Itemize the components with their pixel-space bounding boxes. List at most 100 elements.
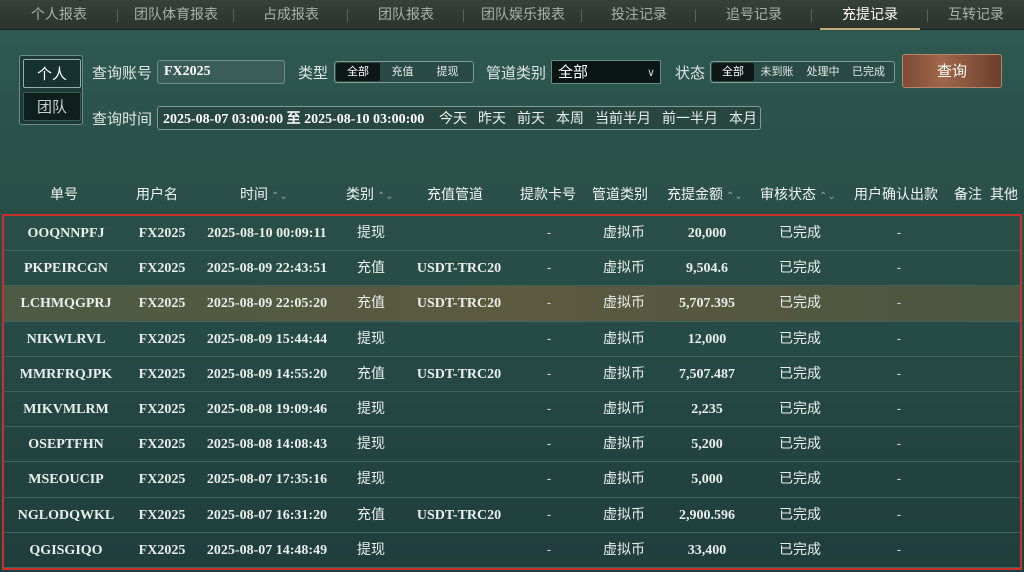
type-label: 类型 bbox=[298, 64, 329, 82]
cell-review-status: 已完成 bbox=[779, 365, 821, 382]
tab-bet-records[interactable]: 投注记录 bbox=[582, 0, 696, 30]
cell-user-confirm: - bbox=[896, 507, 902, 523]
account-label: 查询账号 bbox=[92, 64, 153, 82]
header-category[interactable]: 类别 ⌃⌄ bbox=[346, 184, 394, 204]
tab-team-entertainment-report[interactable]: 团队娱乐报表 bbox=[464, 0, 582, 30]
status-option-not-arrived[interactable]: 未到账 bbox=[754, 63, 800, 81]
cell-username: FX2025 bbox=[138, 472, 186, 488]
table-row[interactable]: MMRFRQJPK FX2025 2025-08-09 14:55:20 充值 USDT… bbox=[4, 357, 1020, 392]
cell-user-confirm: - bbox=[896, 402, 902, 417]
cell-channel-type: 虚拟币 bbox=[603, 436, 645, 453]
cell-review-status: 已完成 bbox=[779, 295, 821, 312]
cell-recharge-channel bbox=[404, 427, 514, 462]
table-row[interactable]: PKPEIRCGN FX2025 2025-08-09 22:43:51 充值 USDT… bbox=[4, 251, 1020, 287]
table-row[interactable]: MSEOUCIP FX2025 2025-08-07 17:35:16 提现 - 虚拟币 5… bbox=[4, 462, 1020, 498]
cell-user-confirm: - bbox=[896, 296, 902, 312]
table-row[interactable]: QGISGIQO FX2025 2025-08-07 14:48:49 提现 - 虚拟币 3… bbox=[4, 533, 1020, 568]
header-time[interactable]: 时间 ⌃⌄ bbox=[240, 184, 288, 204]
tab-deposit-withdraw-records[interactable]: 充提记录 bbox=[812, 0, 928, 30]
cell-username: FX2025 bbox=[138, 507, 186, 523]
cell-category: 提现 bbox=[357, 471, 385, 488]
date-range-input[interactable]: 2025-08-07 03:00:00 至 2025-08-10 03:00:0… bbox=[158, 108, 428, 128]
tab-label: 团队体育报表 bbox=[134, 6, 218, 23]
header-amount[interactable]: 充提金额 ⌃⌄ bbox=[667, 184, 743, 204]
table-row[interactable]: OSEPTFHN FX2025 2025-08-08 14:08:43 提现 - 虚拟币 5… bbox=[4, 427, 1020, 463]
table-row[interactable]: NIKWLRVL FX2025 2025-08-09 15:44:44 提现 - 虚拟币 1… bbox=[4, 322, 1020, 357]
mode-personal-button[interactable]: 个人 bbox=[23, 59, 81, 88]
cell-withdraw-card: - bbox=[546, 437, 552, 453]
type-option-deposit[interactable]: 充值 bbox=[380, 63, 425, 81]
quick-range-current-half-month[interactable]: 当前半月 bbox=[595, 108, 651, 128]
cell-time: 2025-08-08 19:09:46 bbox=[206, 402, 328, 417]
account-input[interactable]: FX2025 bbox=[157, 60, 285, 84]
header-category-label: 类别 bbox=[346, 187, 374, 203]
status-option-processing[interactable]: 处理中 bbox=[800, 63, 846, 81]
cell-withdraw-card: - bbox=[546, 261, 552, 277]
quick-range-this-week[interactable]: 本周 bbox=[556, 108, 584, 128]
channel-type-select[interactable]: 全部 ∨ bbox=[551, 60, 661, 84]
cell-username: FX2025 bbox=[138, 331, 186, 347]
sort-icon: ⌃⌄ bbox=[377, 191, 394, 202]
cell-channel-type: 虚拟币 bbox=[603, 365, 645, 382]
cell-username: FX2025 bbox=[138, 402, 186, 417]
cell-channel-type: 虚拟币 bbox=[603, 401, 645, 417]
cell-recharge-channel bbox=[404, 462, 514, 497]
table-row[interactable]: LCHMQGPRJ FX2025 2025-08-09 22:05:20 充值 USDT… bbox=[4, 286, 1020, 322]
cell-withdraw-card: - bbox=[546, 331, 552, 347]
cell-category: 充值 bbox=[357, 295, 385, 312]
table-row[interactable]: NGLODQWKL FX2025 2025-08-07 16:31:20 充值 USDT… bbox=[4, 498, 1020, 533]
header-recharge-channel: 充值管道 bbox=[427, 187, 483, 203]
cell-channel-type: 虚拟币 bbox=[603, 260, 645, 277]
cell-category: 提现 bbox=[357, 330, 385, 347]
header-review-status[interactable]: 审核状态 ⌃⌄ bbox=[760, 184, 836, 204]
quick-range-day-before[interactable]: 前天 bbox=[517, 108, 545, 128]
tab-team-sports-report[interactable]: 团队体育报表 bbox=[118, 0, 234, 30]
cell-withdraw-card: - bbox=[546, 472, 552, 488]
cell-order-no: NIKWLRVL bbox=[26, 331, 106, 347]
cell-channel-type: 虚拟币 bbox=[603, 506, 645, 523]
tab-chase-records[interactable]: 追号记录 bbox=[696, 0, 812, 30]
table-header: 单号 用户名 时间 ⌃⌄ 类别 ⌃⌄ 充值管道 提款卡号 管道类别 充提金额 ⌃⌄ 审… bbox=[0, 176, 1024, 210]
mode-team-button[interactable]: 团队 bbox=[23, 92, 81, 121]
tab-personal-report[interactable]: 个人报表 bbox=[0, 0, 118, 30]
status-option-all[interactable]: 全部 bbox=[712, 63, 754, 81]
cell-category: 提现 bbox=[357, 541, 385, 558]
cell-recharge-channel: USDT-TRC20 bbox=[416, 261, 502, 277]
sort-icon: ⌃⌄ bbox=[726, 191, 743, 202]
cell-channel-type: 虚拟币 bbox=[603, 225, 645, 241]
cell-category: 提现 bbox=[357, 436, 385, 453]
tab-transfer-records[interactable]: 互转记录 bbox=[928, 0, 1024, 30]
cell-channel-type: 虚拟币 bbox=[603, 541, 645, 558]
cell-user-confirm: - bbox=[896, 437, 902, 453]
header-remark: 备注 bbox=[954, 187, 982, 203]
channel-type-label: 管道类别 bbox=[486, 64, 547, 82]
table-row[interactable]: OOQNNPFJ FX2025 2025-08-10 00:09:11 提现 - 虚拟币 2… bbox=[4, 216, 1020, 252]
cell-order-no: PKPEIRCGN bbox=[24, 261, 108, 277]
cell-amount: 33,400 bbox=[687, 542, 727, 558]
tab-label: 团队娱乐报表 bbox=[481, 6, 565, 23]
quick-range-today[interactable]: 今天 bbox=[439, 108, 467, 128]
cell-order-no: MIKVMLRM bbox=[23, 402, 109, 417]
cell-time: 2025-08-10 00:09:11 bbox=[207, 226, 327, 241]
quick-range-this-month[interactable]: 本月 bbox=[729, 108, 757, 128]
table-row[interactable]: MIKVMLRM FX2025 2025-08-08 19:09:46 提现 - 虚拟币 2… bbox=[4, 392, 1020, 428]
records-table: OOQNNPFJ FX2025 2025-08-10 00:09:11 提现 - 虚拟币 2… bbox=[2, 214, 1022, 570]
query-button[interactable]: 查询 bbox=[902, 54, 1002, 88]
tab-share-report[interactable]: 占成报表 bbox=[234, 0, 348, 30]
cell-order-no: QGISGIQO bbox=[29, 542, 103, 558]
header-username: 用户名 bbox=[136, 187, 178, 203]
type-option-withdraw[interactable]: 提现 bbox=[425, 63, 470, 81]
cell-time: 2025-08-09 22:43:51 bbox=[206, 261, 328, 277]
cell-order-no: MMRFRQJPK bbox=[19, 366, 113, 382]
cell-review-status: 已完成 bbox=[779, 401, 821, 417]
tab-label: 团队报表 bbox=[378, 6, 434, 23]
cell-user-confirm: - bbox=[896, 331, 902, 347]
quick-range-previous-half-month[interactable]: 前一半月 bbox=[662, 108, 718, 128]
tab-team-report[interactable]: 团队报表 bbox=[348, 0, 464, 30]
status-option-completed[interactable]: 已完成 bbox=[846, 63, 891, 81]
cell-user-confirm: - bbox=[896, 472, 902, 488]
type-option-all[interactable]: 全部 bbox=[336, 63, 380, 81]
status-segmented-control: 全部 未到账 处理中 已完成 bbox=[710, 61, 895, 83]
cell-withdraw-card: - bbox=[546, 226, 552, 241]
quick-range-yesterday[interactable]: 昨天 bbox=[478, 108, 506, 128]
